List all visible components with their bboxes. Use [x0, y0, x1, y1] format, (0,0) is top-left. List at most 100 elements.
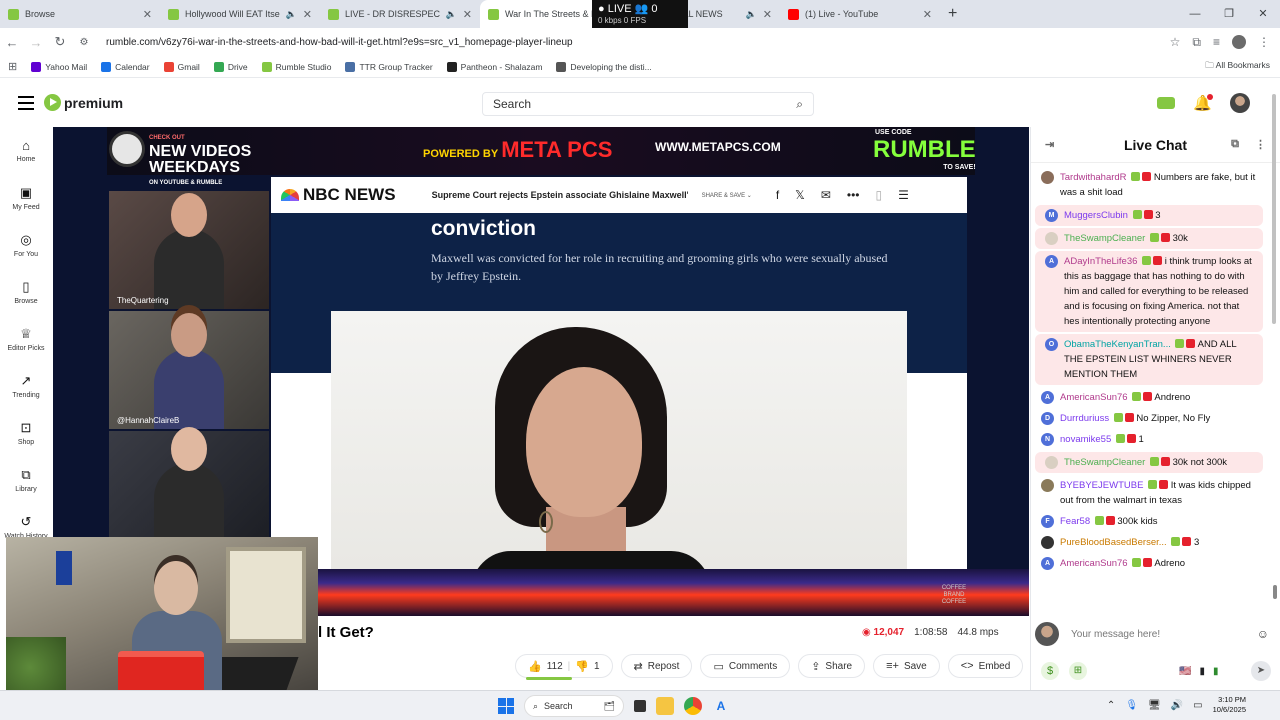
taskbar-search[interactable]: ⌕ Search 🗂 — [524, 695, 624, 717]
chat-username[interactable]: Durrduriuss — [1060, 413, 1109, 424]
tab-close-icon[interactable]: ✕ — [763, 8, 772, 21]
chat-avatar[interactable] — [1045, 232, 1058, 245]
save-button[interactable]: ≡+ Save — [873, 654, 940, 678]
chat-avatar[interactable]: O — [1045, 338, 1058, 351]
green-badge-icon[interactable]: ▮ — [1213, 666, 1219, 677]
page-scrollbar[interactable] — [1270, 84, 1278, 690]
browser-tab[interactable]: LIVE - DR DISRESPECT 🔈 ✕ — [320, 0, 480, 28]
back-icon[interactable]: ← — [0, 35, 24, 50]
sidebar-item-library[interactable]: ⧉ Library — [0, 467, 52, 504]
share-button[interactable]: ⇪ Share — [798, 654, 866, 678]
all-bookmarks-button[interactable]: 🗀 All Bookmarks — [1205, 60, 1270, 74]
tray-overflow-icon[interactable]: ⌃ — [1107, 700, 1115, 711]
app-a-icon[interactable]: A — [712, 697, 730, 715]
bookmark-item[interactable]: Developing the disti... — [556, 61, 652, 72]
chat-username[interactable]: BYEBYEJEWTUBE — [1060, 480, 1143, 491]
mic-icon[interactable]: 🎙 — [1125, 700, 1138, 711]
flag-badge-icon[interactable]: 🇺🇸 — [1179, 666, 1191, 677]
chat-popout-icon[interactable]: ⧉ — [1231, 138, 1239, 151]
tab-close-icon[interactable]: ✕ — [303, 8, 312, 21]
chat-message-input[interactable]: Your message here! — [1071, 629, 1257, 640]
new-tab-button[interactable]: + — [940, 0, 965, 28]
hamburger-menu-icon[interactable] — [18, 96, 34, 110]
menu-dots-icon[interactable]: ⋮ — [1258, 35, 1270, 50]
chat-avatar[interactable]: A — [1045, 255, 1058, 268]
chat-username[interactable]: PureBloodBasedBerser... — [1060, 537, 1167, 548]
like-dislike-button[interactable]: 👍 112 | 👎 1 — [515, 654, 613, 680]
chat-avatar[interactable]: M — [1045, 209, 1058, 222]
send-icon[interactable]: ➤ — [1251, 661, 1271, 681]
chat-username[interactable]: TheSwampCleaner — [1064, 233, 1145, 244]
gift-icon[interactable]: ⊞ — [1069, 662, 1087, 680]
network-icon[interactable]: 🖥 — [1148, 700, 1161, 711]
thumbs-up-icon[interactable]: 👍 — [528, 660, 542, 673]
url-field[interactable]: rumble.com/v6zy76i-war-in-the-streets-an… — [106, 37, 1170, 48]
sidebar-item-my-feed[interactable]: ▣ My Feed — [0, 185, 52, 222]
forward-icon[interactable]: → — [24, 35, 48, 50]
chat-avatar[interactable] — [1041, 479, 1054, 492]
task-view-icon[interactable] — [634, 700, 646, 712]
battery-icon[interactable]: ▭ — [1193, 700, 1202, 711]
chrome-icon[interactable] — [684, 697, 702, 715]
bookmark-item[interactable]: Calendar — [101, 61, 150, 72]
tab-close-icon[interactable]: ✕ — [923, 8, 932, 21]
chat-username[interactable]: AmericanSun76 — [1060, 558, 1128, 569]
bookmark-star-icon[interactable]: ☆ — [1170, 35, 1181, 50]
sidebar-item-editor-picks[interactable]: ♕ Editor Picks — [0, 326, 52, 363]
embed-button[interactable]: <> Embed — [947, 654, 1024, 678]
minimize-button[interactable]: — — [1178, 0, 1212, 28]
chat-username[interactable]: TardwithahardR — [1060, 172, 1127, 183]
bookmark-item[interactable]: Rumble Studio — [261, 61, 331, 72]
thumbs-down-icon[interactable]: 👎 — [575, 660, 589, 673]
chat-avatar[interactable]: F — [1041, 515, 1054, 528]
start-button[interactable] — [498, 698, 514, 714]
chat-username[interactable]: Fear58 — [1060, 516, 1090, 527]
rumble-logo[interactable]: premium — [44, 94, 123, 111]
user-avatar[interactable] — [1230, 93, 1250, 113]
reload-icon[interactable]: ↻ — [48, 34, 72, 50]
tab-audio-icon[interactable]: 🔈 — [286, 9, 297, 20]
sidebar-item-browse[interactable]: ▯ Browse — [0, 279, 52, 316]
chat-username[interactable]: MuggersClubin — [1064, 210, 1128, 221]
profile-avatar[interactable] — [1232, 34, 1246, 49]
comments-button[interactable]: ▭ Comments — [700, 654, 791, 678]
browser-tab[interactable]: (1) Live - YouTube ✕ — [780, 0, 940, 28]
chat-avatar[interactable] — [1045, 456, 1058, 469]
bookmark-item[interactable]: Pantheon - Shalazam — [446, 61, 542, 72]
sidebar-item-home[interactable]: ⌂ Home — [0, 138, 52, 175]
close-window-button[interactable]: ✕ — [1246, 0, 1280, 28]
browser-tab[interactable]: Hollywood Will EAT Itself | 🔈 ✕ — [160, 0, 320, 28]
chat-options-icon[interactable]: ⋮ — [1255, 138, 1266, 151]
chat-username[interactable]: ADayInTheLife36 — [1064, 256, 1137, 267]
tab-audio-icon[interactable]: 🔈 — [446, 9, 457, 20]
chat-avatar[interactable]: A — [1041, 557, 1054, 570]
clock[interactable]: 3:10 PM 10/6/2025 — [1213, 695, 1246, 715]
chat-username[interactable]: TheSwampCleaner — [1064, 457, 1145, 468]
bookmark-item[interactable]: Yahoo Mail — [31, 61, 87, 72]
chat-username[interactable]: novamike55 — [1060, 434, 1111, 445]
restore-button[interactable]: ❐ — [1212, 0, 1246, 28]
volume-icon[interactable]: 🔊 — [1171, 700, 1183, 711]
chat-avatar[interactable] — [1041, 171, 1054, 184]
search-input[interactable]: Search ⌕ — [482, 92, 814, 116]
sidebar-item-for-you[interactable]: ◎ For You — [0, 232, 52, 269]
repost-button[interactable]: ⇄ Repost — [620, 654, 693, 678]
bookmark-item[interactable]: TTR Group Tracker — [345, 61, 433, 72]
tab-audio-icon[interactable]: 🔈 — [746, 9, 757, 20]
apps-icon[interactable]: ⊞ — [8, 60, 17, 73]
playlist-icon[interactable]: ≡ — [1213, 35, 1220, 50]
bookmark-item[interactable]: Drive — [213, 61, 248, 72]
sidebar-item-trending[interactable]: ↗ Trending — [0, 373, 52, 410]
search-icon[interactable]: ⌕ — [796, 97, 803, 112]
chat-avatar[interactable]: D — [1041, 412, 1054, 425]
file-explorer-icon[interactable] — [656, 697, 674, 715]
browser-tab[interactable]: Browse ✕ — [0, 0, 160, 28]
sticker-badge-icon[interactable]: ▮ — [1199, 666, 1205, 677]
go-live-camera-icon[interactable] — [1157, 97, 1176, 109]
notifications-bell-icon[interactable]: 🔔 — [1193, 94, 1213, 112]
sidebar-item-shop[interactable]: ⊡ Shop — [0, 420, 52, 457]
site-info-icon[interactable]: ⚙ — [72, 37, 96, 48]
extensions-icon[interactable]: ⧉ — [1192, 35, 1201, 50]
chat-username[interactable]: AmericanSun76 — [1060, 392, 1128, 403]
tab-close-icon[interactable]: ✕ — [143, 8, 152, 21]
